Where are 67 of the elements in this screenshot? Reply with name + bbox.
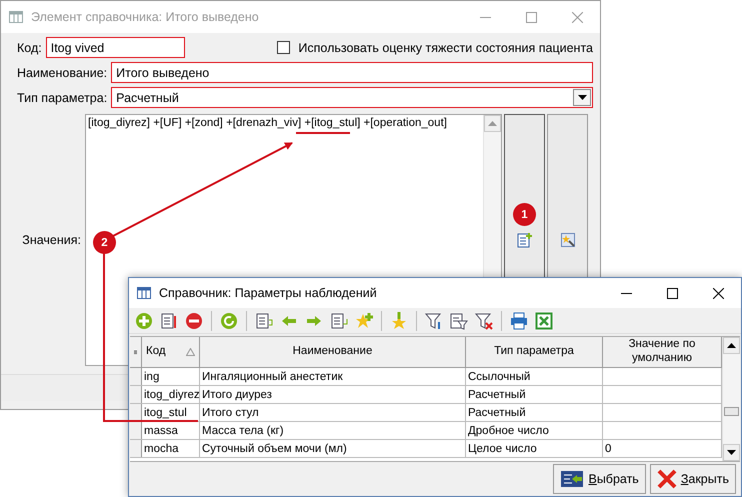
- dropdown-button[interactable]: [573, 89, 591, 106]
- minimize-icon[interactable]: [620, 292, 632, 294]
- sort-icon: [186, 348, 195, 356]
- filter-clear-icon[interactable]: [475, 312, 493, 330]
- row-indicator[interactable]: [130, 422, 142, 439]
- table-cell: Расчетный: [466, 386, 603, 403]
- window-title: Справочник: Параметры наблюдений: [159, 286, 378, 300]
- close-icon: [656, 469, 677, 489]
- caret-icon: [727, 343, 736, 348]
- table-cell: Целое число: [466, 440, 603, 457]
- scroll-down-button[interactable]: [723, 444, 740, 461]
- table-cell: Масса тела (кг): [200, 422, 466, 439]
- document-filter-icon[interactable]: [450, 312, 468, 330]
- dropdown-field[interactable]: Расчетный: [111, 87, 593, 108]
- row-indicator[interactable]: [130, 404, 142, 421]
- table-cell: Итого стул: [200, 404, 466, 421]
- caret-icon: [578, 95, 586, 100]
- table-cell: Итого диурез: [200, 386, 466, 403]
- maximize-icon[interactable]: [666, 288, 678, 298]
- table-cell: Ссылочный: [466, 368, 603, 385]
- table-icon: [137, 287, 151, 299]
- scrollbar[interactable]: [722, 337, 740, 461]
- document-edit-icon[interactable]: [160, 312, 178, 330]
- magic-wand-icon: [560, 232, 576, 248]
- window-title: Элемент справочника: Итого выведено: [31, 10, 260, 24]
- close-icon[interactable]: [712, 288, 724, 298]
- input-field[interactable]: Itog vived: [46, 37, 185, 58]
- column-header[interactable]: Тип параметра: [466, 337, 603, 367]
- table-cell: Расчетный: [466, 404, 603, 421]
- table-cell: Ингаляционный анестетик: [200, 368, 466, 385]
- filter-icon[interactable]: [425, 312, 443, 330]
- minus-circle-icon[interactable]: [185, 312, 203, 330]
- row-indicator[interactable]: [130, 440, 142, 457]
- scroll-thumb[interactable]: [724, 407, 739, 416]
- table-cell: ing: [142, 368, 200, 385]
- table-cell: itog_diyrez: [142, 386, 200, 403]
- list-icon[interactable]: [330, 312, 348, 330]
- spreadsheet-icon[interactable]: [535, 312, 553, 330]
- input-field[interactable]: Итого выведено: [111, 62, 593, 83]
- field-label: Значения:: [22, 232, 81, 247]
- star-down-icon[interactable]: [390, 312, 408, 330]
- column-header[interactable]: Наименование: [200, 337, 466, 367]
- field-label: Тип параметра:: [16, 90, 108, 104]
- table-cell: massa: [142, 422, 200, 439]
- printer-icon[interactable]: [510, 312, 528, 330]
- row-indicator[interactable]: [130, 368, 142, 385]
- table-cell: Суточный объем мочи (мл): [200, 440, 466, 457]
- star-plus-icon[interactable]: [355, 312, 373, 330]
- table-cell: mocha: [142, 440, 200, 457]
- underline-mark: [296, 132, 350, 134]
- table-icon: [9, 11, 23, 23]
- caret-icon: [727, 450, 736, 455]
- document-plus-icon: [516, 232, 532, 248]
- scroll-up-button[interactable]: [723, 337, 740, 354]
- caret-icon: [488, 121, 497, 126]
- table-cell: Дробное число: [466, 422, 603, 439]
- close-button[interactable]: Закрыть: [650, 464, 736, 494]
- column-header[interactable]: Код: [142, 337, 200, 367]
- checkbox-label: Использовать оценку тяжести состояния пациента: [298, 40, 593, 54]
- select-button[interactable]: Выбрать: [553, 464, 646, 494]
- formula-text: [itog_diyrez] +[UF] +[zond] +[drenazh_viv] +[itog_stul] +[operation_out]: [87, 116, 448, 131]
- checkbox[interactable]: [277, 41, 290, 54]
- list-icon[interactable]: [255, 312, 273, 330]
- field-label: Наименование:: [16, 66, 108, 80]
- field-label: Код:: [16, 40, 42, 54]
- table-cell: itog_stul: [142, 404, 200, 421]
- row-indicator[interactable]: [130, 386, 142, 403]
